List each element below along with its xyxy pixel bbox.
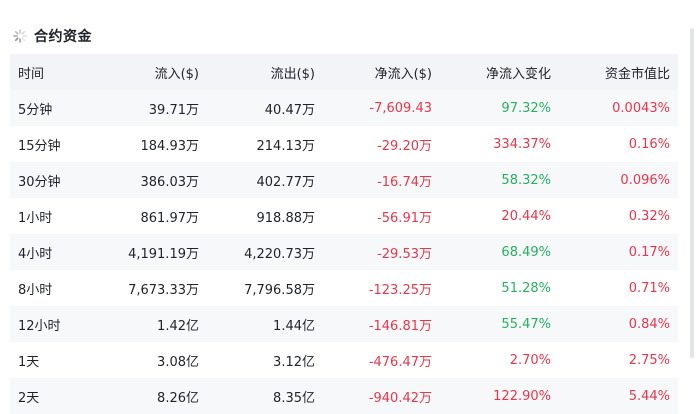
table-header-row: 时间 流入($) 流出($) 净流入($) 净流入变化 资金市值比: [10, 54, 678, 90]
table-row: 2天 8.26亿 8.35亿 -940.42万 122.90% 5.44%: [10, 378, 678, 414]
cell-period: 5分钟: [18, 102, 53, 118]
cell-net-inflow: -123.25万: [368, 282, 432, 298]
header-net-change[interactable]: 净流入变化: [440, 63, 559, 82]
cell-market-cap-ratio: 0.17%: [628, 244, 670, 260]
cell-net-change: 20.44%: [501, 208, 551, 224]
table-row: 1小时 861.97万 918.88万 -56.91万 20.44% 0.32%: [10, 198, 678, 234]
cell-market-cap-ratio: 2.75%: [628, 352, 670, 368]
header-net-inflow[interactable]: 净流入($): [323, 63, 440, 82]
cell-net-change: 51.28%: [501, 280, 551, 296]
cell-net-inflow: -16.74万: [377, 174, 432, 190]
cell-market-cap-ratio: 0.71%: [628, 280, 670, 296]
cell-period: 12小时: [18, 318, 61, 334]
cell-outflow: 4,220.73万: [244, 246, 315, 262]
cell-outflow: 918.88万: [256, 210, 316, 226]
table-row: 1天 3.08亿 3.12亿 -476.47万 2.70% 2.75%: [10, 342, 678, 378]
cell-net-change: 2.70%: [509, 352, 551, 368]
cell-period: 2天: [18, 390, 40, 406]
cell-net-inflow: -29.53万: [377, 246, 432, 262]
table-row: 15分钟 184.93万 214.13万 -29.20万 334.37% 0.16%: [10, 126, 678, 162]
scrollbar[interactable]: [690, 28, 694, 358]
cell-inflow: 861.97万: [140, 210, 200, 226]
cell-period: 1小时: [18, 210, 53, 226]
cell-inflow: 8.26亿: [157, 390, 199, 406]
section-title: 合约资金: [34, 29, 92, 45]
cell-net-change: 58.32%: [501, 172, 551, 188]
cell-net-change: 122.90%: [493, 388, 551, 404]
cell-net-inflow: -146.81万: [368, 318, 432, 334]
cell-outflow: 1.44亿: [273, 318, 315, 334]
cell-inflow: 39.71万: [148, 102, 199, 118]
section-header: 合约资金: [12, 24, 92, 48]
cell-net-change: 68.49%: [501, 244, 551, 260]
cell-net-inflow: -56.91万: [377, 210, 432, 226]
cell-outflow: 40.47万: [264, 102, 315, 118]
cell-inflow: 1.42亿: [157, 318, 199, 334]
fund-flow-table: 时间 流入($) 流出($) 净流入($) 净流入变化 资金市值比 5分钟 39.…: [10, 54, 678, 414]
table-row: 4小时 4,191.19万 4,220.73万 -29.53万 68.49% 0.17%: [10, 234, 678, 270]
cell-net-inflow: -476.47万: [368, 354, 432, 370]
header-inflow[interactable]: 流入($): [90, 63, 207, 82]
cell-inflow: 184.93万: [140, 138, 200, 154]
header-market-cap-ratio[interactable]: 资金市值比: [559, 63, 678, 82]
header-outflow[interactable]: 流出($): [207, 63, 323, 82]
cell-market-cap-ratio: 0.096%: [620, 172, 670, 188]
cell-inflow: 7,673.33万: [128, 282, 199, 298]
cell-net-inflow: -29.20万: [377, 138, 432, 154]
cell-period: 8小时: [18, 282, 53, 298]
table-row: 12小时 1.42亿 1.44亿 -146.81万 55.47% 0.84%: [10, 306, 678, 342]
cell-net-change: 97.32%: [501, 100, 551, 116]
cell-outflow: 8.35亿: [273, 390, 315, 406]
cell-net-change: 334.37%: [493, 136, 551, 152]
cell-outflow: 3.12亿: [273, 354, 315, 370]
cell-period: 30分钟: [18, 174, 61, 190]
spinner-icon: [12, 28, 28, 44]
cell-outflow: 7,796.58万: [244, 282, 315, 298]
table-row: 5分钟 39.71万 40.47万 -7,609.43 97.32% 0.0043%: [10, 90, 678, 126]
cell-inflow: 3.08亿: [157, 354, 199, 370]
table-row: 30分钟 386.03万 402.77万 -16.74万 58.32% 0.096%: [10, 162, 678, 198]
cell-period: 1天: [18, 354, 40, 370]
cell-market-cap-ratio: 5.44%: [628, 388, 670, 404]
cell-net-inflow: -940.42万: [368, 390, 432, 406]
cell-net-change: 55.47%: [501, 316, 551, 332]
cell-outflow: 402.77万: [256, 174, 316, 190]
cell-period: 15分钟: [18, 138, 61, 154]
cell-period: 4小时: [18, 246, 53, 262]
header-period[interactable]: 时间: [10, 63, 90, 82]
cell-market-cap-ratio: 0.16%: [628, 136, 670, 152]
cell-market-cap-ratio: 0.84%: [628, 316, 670, 332]
cell-market-cap-ratio: 0.32%: [628, 208, 670, 224]
table-row: 8小时 7,673.33万 7,796.58万 -123.25万 51.28% 0.71%: [10, 270, 678, 306]
cell-inflow: 4,191.19万: [128, 246, 199, 262]
cell-outflow: 214.13万: [256, 138, 316, 154]
cell-market-cap-ratio: 0.0043%: [612, 100, 670, 116]
cell-net-inflow: -7,609.43: [369, 100, 432, 116]
cell-inflow: 386.03万: [140, 174, 200, 190]
